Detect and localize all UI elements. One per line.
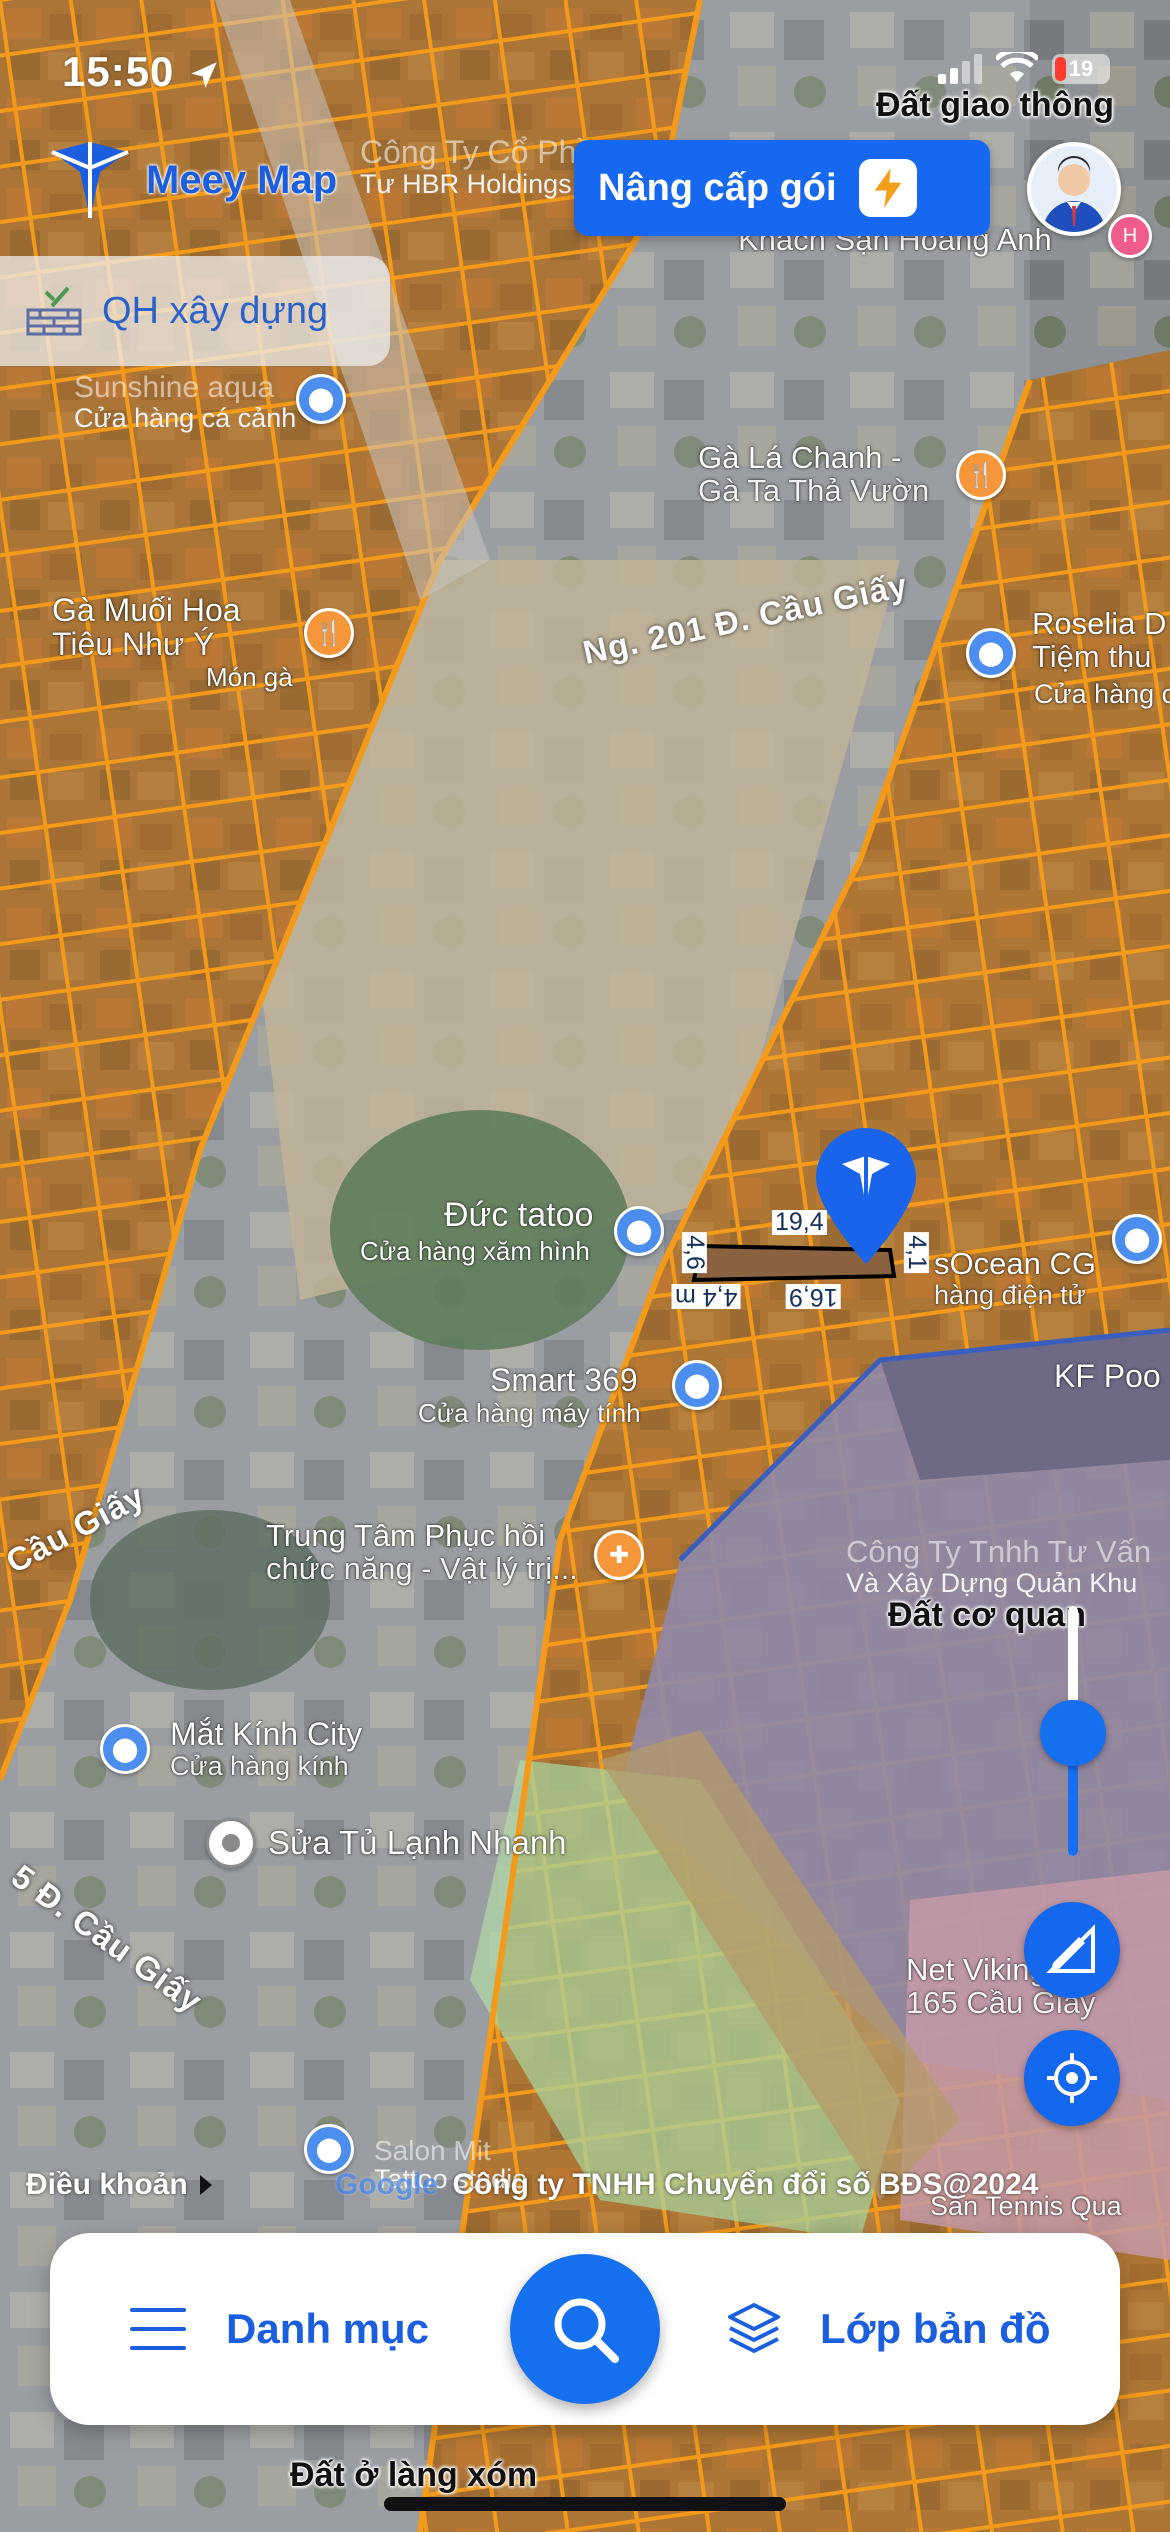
- place-label: Cửa hàng c: [1034, 679, 1170, 709]
- restaurant-icon[interactable]: 🍴: [956, 450, 1006, 500]
- battery-level: 19: [1068, 56, 1094, 81]
- search-button[interactable]: [510, 2254, 660, 2404]
- place-label: Gà Muối Hoa Tiêu Như Ý: [52, 592, 241, 662]
- locate-button[interactable]: [1024, 2030, 1120, 2126]
- app-logo: Meey Map: [48, 138, 337, 222]
- building-plan-icon: [26, 286, 82, 336]
- opacity-slider[interactable]: [1040, 1606, 1106, 1856]
- status-time: 15:50: [62, 48, 221, 96]
- terms-label: Điều khoản: [26, 2168, 188, 2201]
- shop-icon[interactable]: ⬤: [100, 1724, 150, 1774]
- home-indicator[interactable]: [384, 2497, 786, 2511]
- place-label: Gà Lá Chanh - Gà Ta Thả Vườn: [698, 440, 930, 508]
- hotel-icon[interactable]: H: [1108, 214, 1152, 258]
- map-canvas[interactable]: Đất giao thông Đất cơ quan Đất ở làng xó…: [0, 0, 1170, 2532]
- app-name: Meey Map: [146, 157, 338, 202]
- lightning-icon: [858, 159, 917, 217]
- parcel-dimension: 16,9: [786, 1283, 841, 1311]
- shop-icon[interactable]: ⬤: [672, 1360, 722, 1410]
- place-label: KF Poo: [1054, 1358, 1161, 1394]
- shop-icon[interactable]: ⬤: [1112, 1214, 1162, 1264]
- shop-icon[interactable]: ⬤: [966, 628, 1016, 678]
- place-label: Roselia D Tiệm thu: [1032, 606, 1167, 674]
- menu-label: Danh mục: [226, 2305, 430, 2352]
- place-label: Sunshine aqua Cửa hàng cá cảnh: [74, 371, 297, 433]
- location-marker-icon[interactable]: [812, 1126, 920, 1266]
- wifi-icon: [996, 52, 1038, 82]
- shop-icon[interactable]: ⬤: [614, 1206, 664, 1256]
- search-icon: [554, 2298, 619, 2363]
- zone-label-transport: Đất giao thông: [876, 86, 1114, 124]
- map-layers-button[interactable]: Lớp bản đồ: [726, 2233, 1051, 2425]
- signal-icon: [938, 54, 982, 84]
- layers-icon: [728, 2303, 780, 2353]
- location-arrow-icon: [191, 62, 217, 88]
- chevron-right-icon: [199, 2175, 212, 2195]
- construction-plan-label: QH xây dựng: [102, 289, 329, 332]
- place-label: Trung Tâm Phục hồi chức năng - Vật lý trị…: [266, 1518, 578, 1586]
- terms-link[interactable]: Điều khoản: [26, 2168, 214, 2202]
- menu-icon: [130, 2308, 186, 2350]
- status-icons: 19: [938, 52, 1110, 84]
- meey-logo-icon: [51, 142, 129, 218]
- map-attribution: Google Công ty TNHH Chuyển đổi số BĐS@20…: [335, 2168, 1038, 2202]
- slider-thumb[interactable]: [1040, 1700, 1106, 1766]
- shop-icon[interactable]: ⬤: [296, 374, 346, 424]
- zone-label-village: Đất ở làng xóm: [290, 2456, 538, 2494]
- place-label: Cửa hàng xăm hình: [360, 1236, 590, 1266]
- locate-icon: [1047, 2053, 1097, 2103]
- pin-icon[interactable]: [206, 1818, 256, 1868]
- user-avatar[interactable]: [1027, 142, 1121, 236]
- shop-icon[interactable]: ⬤: [304, 2124, 354, 2174]
- menu-button[interactable]: Danh mục: [130, 2233, 429, 2425]
- parcel-dimension: 4,4 m: [672, 1283, 741, 1311]
- place-label: Mắt Kính City Cửa hàng kính: [170, 1716, 363, 1781]
- construction-plan-layer-chip[interactable]: QH xây dựng: [0, 256, 390, 366]
- upgrade-plan-label: Nâng cấp gói: [598, 166, 837, 209]
- google-attribution: Google: [335, 2168, 439, 2201]
- ruler-pencil-icon: [1046, 1924, 1095, 1973]
- place-label: Đức tatoo: [444, 1196, 594, 1234]
- place-label: Sửa Tủ Lạnh Nhanh: [268, 1824, 567, 1861]
- place-label: Smart 369: [490, 1362, 638, 1398]
- place-label: Cửa hàng máy tính: [418, 1398, 641, 1428]
- restaurant-icon[interactable]: 🍴: [304, 608, 354, 658]
- clinic-icon[interactable]: ✚: [594, 1530, 644, 1580]
- place-label: Công Ty Tnhh Tư Vấn Và Xây Dựng Quản Khu: [846, 1534, 1152, 1598]
- map-layers-label: Lớp bản đồ: [820, 2305, 1051, 2352]
- place-label: Món gà: [206, 662, 293, 692]
- copyright-text: Công ty TNHH Chuyển đổi số BĐS@2024: [452, 2168, 1039, 2201]
- measure-button[interactable]: [1024, 1902, 1120, 1998]
- upgrade-plan-button[interactable]: Nâng cấp gói: [574, 140, 990, 236]
- parcel-dimension: 4,6: [681, 1232, 709, 1273]
- battery-icon: 19: [1052, 54, 1110, 84]
- place-label: sOcean CG hàng điện tử: [934, 1246, 1096, 1310]
